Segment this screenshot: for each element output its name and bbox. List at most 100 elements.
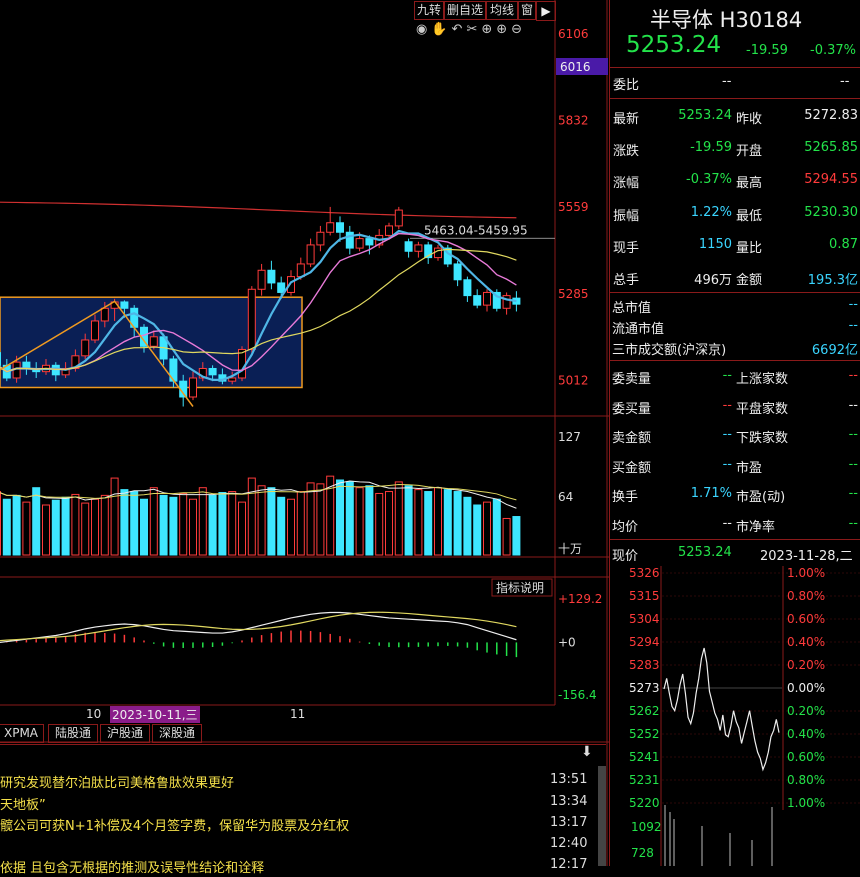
price-axis-label: 6106 xyxy=(558,27,589,41)
quote-label: 现手 xyxy=(613,240,640,256)
market-label: 三市成交额(沪深京) xyxy=(612,343,727,358)
quote-row: 现手 1150 量比 0.87 xyxy=(610,229,860,259)
candle xyxy=(238,348,246,379)
market-row: 总市值 -- xyxy=(610,296,860,316)
candle xyxy=(365,238,374,246)
quote-label: 涨幅 xyxy=(613,176,640,192)
volume-bar xyxy=(2,498,11,556)
candle xyxy=(277,282,286,293)
indicator-axis-label: -156.4 xyxy=(558,688,597,702)
quote-row: 振幅 1.22% 最低 5230.30 xyxy=(610,197,860,227)
news-item[interactable]: 12:40 xyxy=(0,836,600,856)
volume-bar xyxy=(42,504,50,556)
candle xyxy=(483,291,491,306)
candle xyxy=(247,288,256,350)
volume-bar xyxy=(453,491,462,556)
volume-bar xyxy=(169,496,178,556)
quote-label: 换手 xyxy=(612,490,639,505)
volume-bar xyxy=(463,496,472,556)
volume-bar xyxy=(149,487,158,556)
news-item[interactable]: 天地板” 13:34 xyxy=(0,794,600,814)
quote-label: 下跌家数 xyxy=(736,431,789,446)
indicator-help-label: 指标说明 xyxy=(496,580,544,595)
quote-row: 委买量 -- 平盘家数 -- xyxy=(610,394,860,422)
candle xyxy=(208,367,217,376)
quote-value: -- xyxy=(722,515,732,531)
tab-shengutong[interactable]: 深股通 xyxy=(152,724,202,743)
volume-bar xyxy=(228,491,237,556)
candle xyxy=(404,241,413,252)
candle xyxy=(257,269,266,290)
quote-value: 5294.55 xyxy=(804,172,858,188)
quote-row: 换手 1.71% 市盈(动) -- xyxy=(610,482,860,510)
quote-label: 市净率 xyxy=(736,519,776,535)
news-header xyxy=(0,744,606,765)
candle xyxy=(414,244,423,252)
price-change-pct: -0.37% xyxy=(810,43,856,58)
volume-bar xyxy=(277,496,286,556)
candle xyxy=(473,295,482,306)
candle xyxy=(0,352,1,366)
quote-label: 委买量 xyxy=(612,401,652,417)
candle xyxy=(385,225,393,236)
quote-row: 卖金额 -- 下跌家数 -- xyxy=(610,423,860,451)
quote-value: 1150 xyxy=(698,236,732,252)
market-row: 流通市值 -- xyxy=(610,317,860,337)
volume-bar xyxy=(257,485,266,556)
candle xyxy=(316,231,325,246)
volume-bar xyxy=(0,491,1,556)
volume-bar xyxy=(492,498,501,556)
download-icon[interactable]: ⬇ xyxy=(581,744,593,760)
quote-label: 买金额 xyxy=(612,460,652,476)
quote-value: 5265.85 xyxy=(804,140,858,156)
volume-axis-label: 127 xyxy=(558,430,581,444)
candle xyxy=(355,238,364,249)
quote-label: 最低 xyxy=(736,208,763,224)
market-value: -- xyxy=(848,297,858,312)
quote-label: 总手 xyxy=(613,273,640,288)
volume-bar xyxy=(365,485,374,556)
tab-hugutong[interactable]: 沪股通 xyxy=(100,724,150,743)
quote-value: -- xyxy=(722,456,732,472)
market-label: 总市值 xyxy=(612,301,652,316)
quote-label: 上涨家数 xyxy=(736,372,789,387)
volume-bar xyxy=(159,494,168,556)
quote-value: 5253.24 xyxy=(678,108,732,123)
price-axis-label: 5559 xyxy=(558,200,589,214)
market-label: 流通市值 xyxy=(612,322,665,337)
volume-bar xyxy=(81,502,90,556)
candle xyxy=(91,320,99,341)
quote-value: 496万 xyxy=(694,273,732,288)
volume-bar xyxy=(434,487,442,556)
quote-value: 195.3亿 xyxy=(807,273,858,288)
quote-value: -- xyxy=(848,515,858,531)
indicator-axis-label: +129.2 xyxy=(558,592,602,606)
news-item[interactable]: 髋公司可获N+1补偿及4个月签字费，保留华为股票及分红权 13:17 xyxy=(0,815,600,835)
volume-bar xyxy=(32,487,41,556)
quote-value: 1.22% xyxy=(690,204,732,220)
volume-bar xyxy=(473,504,482,556)
volume-bar xyxy=(414,489,423,556)
tab-xpma[interactable]: XPMA xyxy=(0,724,44,743)
news-item[interactable]: 依据 且包含无根据的推测及误导性结论和诠释 12:17 xyxy=(0,857,600,877)
indicator-axis-label: +0 xyxy=(558,635,576,649)
quote-row: 总手 496万 金额 195.3亿 xyxy=(610,261,860,291)
candle xyxy=(228,377,237,382)
news-item[interactable]: 研究发现替尔泊肽比司美格鲁肽效果更好 13:51 xyxy=(0,772,600,792)
current-price: 5253.24 xyxy=(626,32,722,58)
volume-bar xyxy=(267,487,276,556)
volume-bar xyxy=(22,501,31,556)
candle xyxy=(453,263,462,281)
tab-lugutong[interactable]: 陆股通 xyxy=(48,724,98,743)
quote-value: 1.71% xyxy=(690,486,732,501)
x-tick-date: 2023-10-11,三 xyxy=(110,706,200,723)
candle xyxy=(434,247,442,259)
quote-value: 5230.30 xyxy=(804,204,858,220)
volume-bar xyxy=(296,491,305,556)
volume-bar xyxy=(208,494,217,556)
price-axis-label: 5832 xyxy=(558,114,589,128)
volume-axis-label: 64 xyxy=(558,490,573,504)
quote-value: -19.59 xyxy=(690,140,732,156)
quote-label: 昨收 xyxy=(736,112,763,127)
dif-line xyxy=(0,611,517,643)
